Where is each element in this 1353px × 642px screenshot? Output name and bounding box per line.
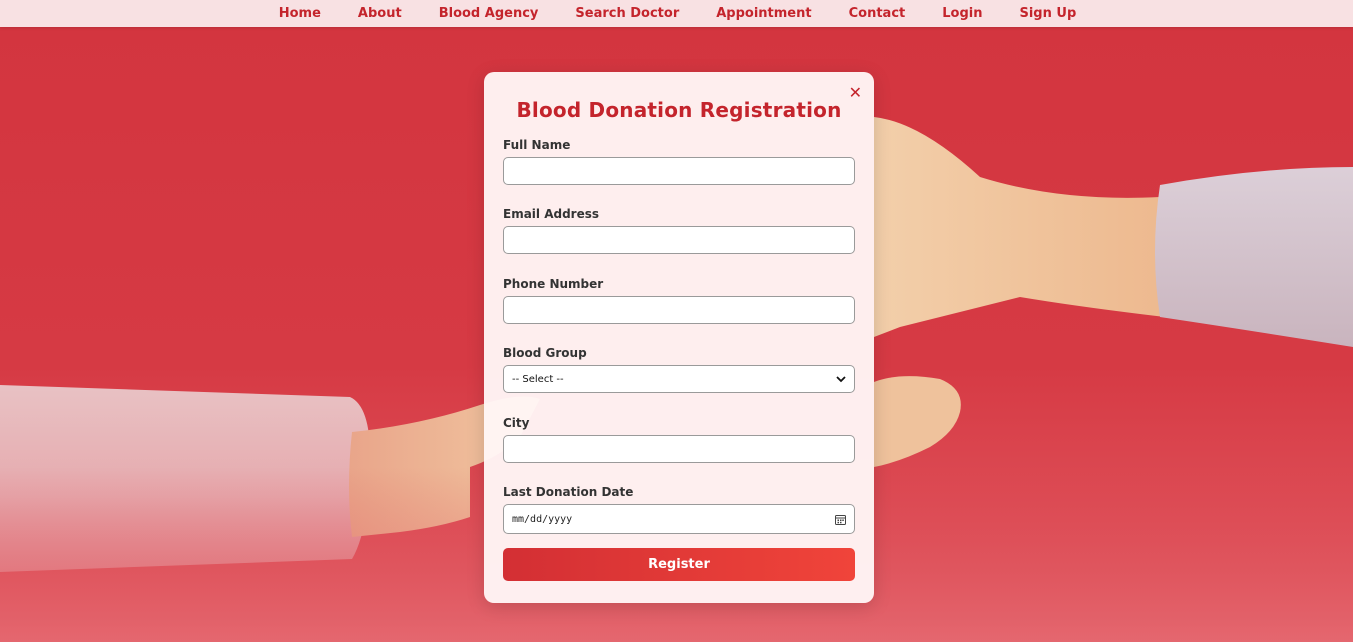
full-name-field-group: Full Name (503, 138, 855, 185)
nav-link-search-doctor[interactable]: Search Doctor (557, 6, 698, 21)
blood-group-field-group: Blood Group -- Select -- (503, 346, 855, 393)
nav-link-about[interactable]: About (339, 6, 420, 21)
chevron-down-icon (836, 373, 846, 386)
nav-links: Home About Blood Agency Search Doctor Ap… (260, 6, 1095, 21)
nav-link-home[interactable]: Home (260, 6, 339, 21)
email-field-group: Email Address (503, 207, 855, 254)
blood-group-select[interactable]: -- Select -- (503, 365, 855, 393)
phone-label: Phone Number (503, 277, 604, 291)
nav-link-blood-agency[interactable]: Blood Agency (420, 6, 557, 21)
email-input[interactable] (503, 226, 855, 254)
last-donation-date-input[interactable]: mm/dd/yyyy (503, 504, 855, 534)
top-navbar: Home About Blood Agency Search Doctor Ap… (0, 0, 1353, 27)
calendar-icon[interactable] (835, 514, 846, 525)
nav-link-sign-up[interactable]: Sign Up (1001, 6, 1095, 21)
modal-title: Blood Donation Registration (516, 98, 842, 122)
city-field-group: City (503, 416, 855, 463)
last-donation-field-group: Last Donation Date mm/dd/yyyy (503, 485, 855, 534)
register-button[interactable]: Register (503, 548, 855, 581)
close-icon[interactable]: ✕ (849, 85, 862, 101)
nav-link-contact[interactable]: Contact (830, 6, 924, 21)
blood-group-selected-value: -- Select -- (512, 373, 564, 385)
full-name-label: Full Name (503, 138, 571, 152)
nav-link-appointment[interactable]: Appointment (698, 6, 830, 21)
full-name-input[interactable] (503, 157, 855, 185)
registration-modal: ✕ Blood Donation Registration Full Name … (484, 72, 874, 603)
phone-field-group: Phone Number (503, 277, 855, 324)
blood-group-label: Blood Group (503, 346, 587, 360)
last-donation-label: Last Donation Date (503, 485, 634, 499)
email-label: Email Address (503, 207, 600, 221)
date-placeholder: mm/dd/yyyy (512, 513, 573, 525)
phone-input[interactable] (503, 296, 855, 324)
city-input[interactable] (503, 435, 855, 463)
nav-link-login[interactable]: Login (924, 6, 1001, 21)
city-label: City (503, 416, 530, 430)
